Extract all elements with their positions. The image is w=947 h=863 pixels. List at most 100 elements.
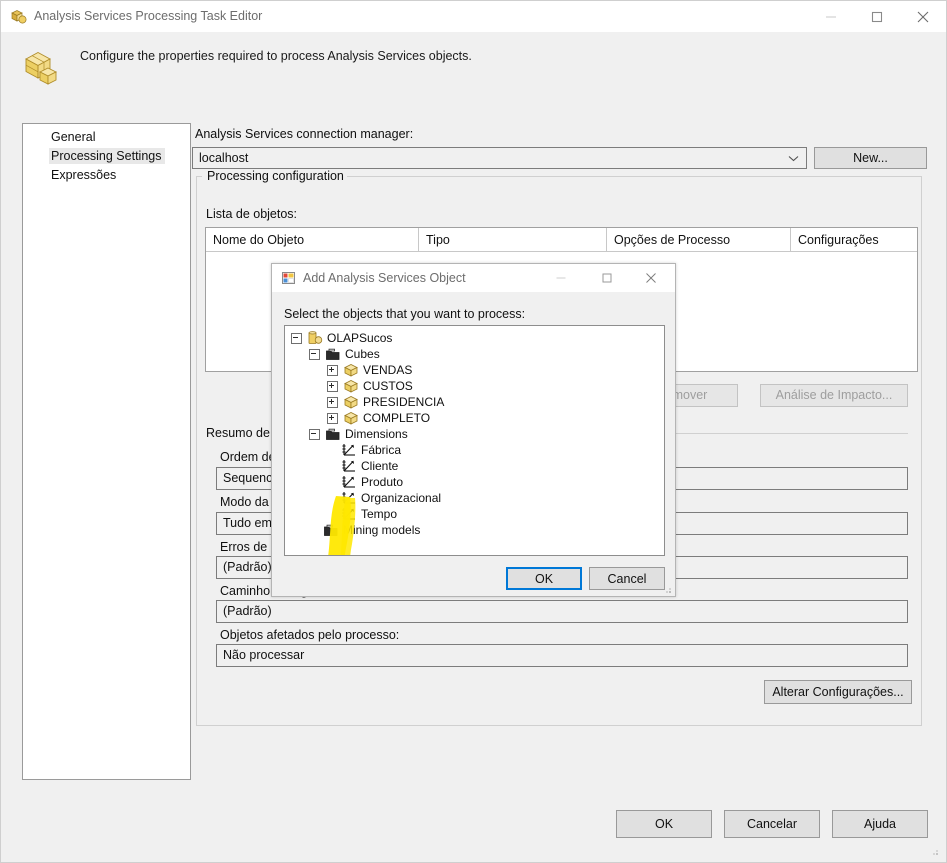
object-tree[interactable]: OLAPSucos Cubes VENDAS CUSTOS PRESIDENCIA COM… xyxy=(284,325,665,556)
resize-grip[interactable] xyxy=(930,846,940,856)
dialog-close-icon[interactable] xyxy=(629,264,673,292)
tree-node-label: Dimensions xyxy=(345,427,408,441)
dialog-ok-label: OK xyxy=(534,571,554,586)
connection-manager-value: localhost xyxy=(199,151,249,165)
impact-button-label: Análise de Impacto... xyxy=(775,388,893,403)
header-banner: Configure the properties required to pro… xyxy=(2,32,945,116)
grid-column-tipo[interactable]: Tipo xyxy=(419,228,607,252)
new-button-label: New... xyxy=(853,150,888,165)
chevron-down-icon xyxy=(788,151,799,165)
dialog-ok-button[interactable]: OK xyxy=(506,567,582,590)
connection-manager-combobox[interactable]: localhost xyxy=(192,147,807,169)
error-log-path-field[interactable]: (Padrão) xyxy=(216,600,908,623)
tree-node-label: CUSTOS xyxy=(363,379,413,393)
tree-node[interactable]: OLAPSucos xyxy=(291,330,392,346)
ok-button[interactable]: OK xyxy=(616,810,712,838)
folder-icon xyxy=(323,523,339,537)
tree-node-label: Tempo xyxy=(361,507,398,521)
dialog-resize-grip[interactable] xyxy=(663,584,673,594)
dimension-icon xyxy=(341,491,357,505)
affected-objects-field[interactable]: Não processar xyxy=(216,644,908,667)
cube-icon xyxy=(343,379,359,393)
database-icon xyxy=(307,331,323,345)
tree-node[interactable]: VENDAS xyxy=(327,362,412,378)
tree-node-label: Fábrica xyxy=(361,443,402,457)
dimension-icon xyxy=(341,443,357,457)
processing-configuration-legend: Processing configuration xyxy=(204,169,347,183)
new-connection-button[interactable]: New... xyxy=(814,147,927,169)
sidebar-item-label: Expressões xyxy=(51,168,117,182)
cancel-button-label: Cancelar xyxy=(746,817,798,831)
tree-node[interactable]: CUSTOS xyxy=(327,378,413,394)
dialog-cancel-button[interactable]: Cancel xyxy=(589,567,665,590)
dimension-icon xyxy=(341,507,357,521)
tree-node[interactable]: COMPLETO xyxy=(327,410,430,426)
grid-column-opcoes-de-processo[interactable]: Opções de Processo xyxy=(607,228,791,252)
dialog-minimize-icon[interactable] xyxy=(539,264,583,292)
collapse-icon[interactable] xyxy=(309,348,320,360)
collapse-icon[interactable] xyxy=(309,428,320,440)
sidebar-item-expressoes[interactable]: Expressões xyxy=(49,167,120,183)
folder-icon xyxy=(325,347,341,361)
grid-header-row: Nome do Objeto Tipo Opções de Processo C… xyxy=(206,228,917,252)
tree-node[interactable]: Fábrica xyxy=(327,442,401,458)
dialog-maximize-icon[interactable] xyxy=(585,264,629,292)
objects-grid-icon xyxy=(281,270,297,286)
tree-node[interactable]: Mining models xyxy=(309,522,420,538)
maximize-icon[interactable] xyxy=(854,1,900,32)
dimension-key-errors-value: (Padrão) xyxy=(223,560,272,574)
folder-icon xyxy=(325,427,341,441)
sidebar-item-label: Processing Settings xyxy=(51,149,162,163)
tree-node-label: PRESIDENCIA xyxy=(363,395,445,409)
expand-icon[interactable] xyxy=(327,396,338,408)
window-title: Analysis Services Processing Task Editor xyxy=(34,9,263,23)
tree-node[interactable]: Cubes xyxy=(309,346,380,362)
cubes-icon xyxy=(9,7,29,27)
tree-node-label: Organizacional xyxy=(361,491,442,505)
grid-column-configuracoes[interactable]: Configurações xyxy=(791,228,917,252)
tree-node[interactable]: PRESIDENCIA xyxy=(327,394,444,410)
help-button[interactable]: Ajuda xyxy=(832,810,928,838)
expand-icon[interactable] xyxy=(327,380,338,392)
groupbox-border-right xyxy=(331,176,922,177)
add-analysis-services-object-dialog: Add Analysis Services Object Select the … xyxy=(271,263,676,597)
expand-icon[interactable] xyxy=(327,412,338,424)
expand-icon[interactable] xyxy=(327,364,338,376)
error-log-path-value: (Padrão) xyxy=(223,604,272,618)
dimension-icon xyxy=(341,459,357,473)
groupbox-border-left xyxy=(196,176,202,177)
sidebar-item-general[interactable]: General xyxy=(49,129,99,145)
close-icon[interactable] xyxy=(900,1,946,32)
sidebar-item-label: General xyxy=(51,130,96,144)
tree-node[interactable]: Tempo xyxy=(327,506,397,522)
object-list-label: Lista de objetos: xyxy=(206,207,298,221)
collapse-icon[interactable] xyxy=(291,332,302,344)
tree-node[interactable]: Produto xyxy=(327,474,403,490)
dialog-cancel-label: Cancel xyxy=(607,571,647,586)
dialog-title: Add Analysis Services Object xyxy=(303,271,466,285)
impact-analysis-button[interactable]: Análise de Impacto... xyxy=(760,384,908,407)
help-button-label: Ajuda xyxy=(864,817,896,831)
affected-objects-value: Não processar xyxy=(223,648,305,662)
tree-node-label: Cubes xyxy=(345,347,380,361)
tree-node[interactable]: Cliente xyxy=(327,458,398,474)
window-titlebar: Analysis Services Processing Task Editor xyxy=(1,1,946,32)
ok-button-label: OK xyxy=(654,817,674,831)
cube-icon xyxy=(343,411,359,425)
sidebar-item-processing-settings[interactable]: Processing Settings xyxy=(49,148,166,164)
cube-icon xyxy=(343,363,359,377)
minimize-icon[interactable] xyxy=(808,1,854,32)
grid-column-nome-do-objeto[interactable]: Nome do Objeto xyxy=(206,228,419,252)
tree-node[interactable]: Dimensions xyxy=(309,426,408,442)
tree-node-label: OLAPSucos xyxy=(327,331,393,345)
tree-node-label: COMPLETO xyxy=(363,411,431,425)
navigation-pane: General Processing Settings Expressões xyxy=(22,123,191,780)
cancel-button[interactable]: Cancelar xyxy=(724,810,820,838)
connection-manager-label: Analysis Services connection manager: xyxy=(195,127,414,141)
change-settings-button[interactable]: Alterar Configurações... xyxy=(764,680,912,704)
dialog-titlebar: Add Analysis Services Object xyxy=(272,264,675,292)
tree-node[interactable]: Organizacional xyxy=(327,490,441,506)
cube-icon xyxy=(343,395,359,409)
dialog-instruction: Select the objects that you want to proc… xyxy=(284,307,526,321)
tree-node-label: VENDAS xyxy=(363,363,413,377)
